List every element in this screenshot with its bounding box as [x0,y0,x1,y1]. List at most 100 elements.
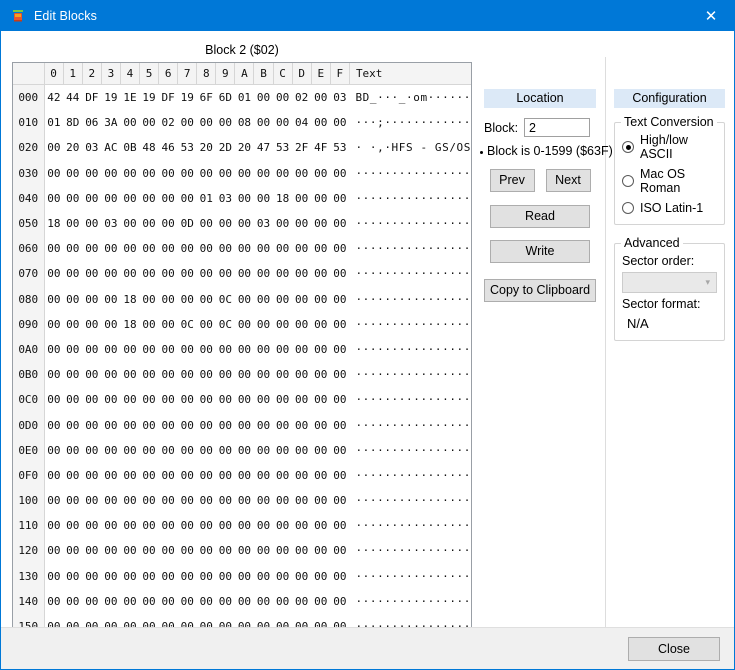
hex-byte-cell[interactable]: 00 [140,463,159,488]
hex-byte-cell[interactable]: 00 [101,589,120,614]
hex-byte-cell[interactable]: 00 [235,261,254,286]
hex-byte-cell[interactable]: 00 [82,161,101,186]
hex-byte-cell[interactable]: 00 [273,312,292,337]
hex-byte-cell[interactable]: 00 [82,412,101,437]
hex-byte-cell[interactable]: 00 [120,438,139,463]
hex-byte-cell[interactable]: 00 [311,337,330,362]
hex-byte-cell[interactable]: 00 [63,488,82,513]
hex-byte-cell[interactable]: 00 [254,438,273,463]
hex-byte-cell[interactable]: 48 [140,135,159,160]
hex-byte-cell[interactable]: 00 [311,387,330,412]
hex-byte-cell[interactable]: 00 [101,412,120,437]
hex-byte-cell[interactable]: 00 [120,161,139,186]
hex-byte-cell[interactable]: 00 [292,337,311,362]
hex-byte-cell[interactable]: 00 [63,337,82,362]
hex-byte-cell[interactable]: 00 [216,362,235,387]
hex-byte-cell[interactable]: 00 [82,589,101,614]
hex-byte-cell[interactable]: 00 [44,513,63,538]
hex-byte-cell[interactable]: 19 [101,85,120,111]
hex-byte-cell[interactable]: 00 [235,463,254,488]
hex-byte-cell[interactable]: 1E [120,85,139,111]
hex-byte-cell[interactable]: 00 [330,513,349,538]
hex-byte-cell[interactable]: 00 [178,161,197,186]
hex-byte-cell[interactable]: 00 [254,362,273,387]
hex-byte-cell[interactable]: 00 [273,387,292,412]
hex-byte-cell[interactable]: 00 [235,513,254,538]
hex-byte-cell[interactable]: 00 [254,337,273,362]
hex-byte-cell[interactable]: 00 [44,564,63,589]
hex-byte-cell[interactable]: 00 [44,337,63,362]
hex-byte-cell[interactable]: 00 [292,589,311,614]
hex-byte-cell[interactable]: 00 [254,513,273,538]
hex-byte-cell[interactable]: 00 [197,236,216,261]
hex-byte-cell[interactable]: 00 [82,362,101,387]
hex-row[interactable]: 010 01 8D 06 3A 00 00 02 00 00 00 08 00 00 04 00 00 ···;·… [13,110,471,136]
write-button[interactable]: Write [490,240,590,263]
hex-byte-cell[interactable]: 02 [159,110,178,135]
hex-byte-cell[interactable]: 6F [197,85,216,111]
hex-byte-cell[interactable]: 00 [235,438,254,463]
hex-row[interactable]: 0E0 00 00 00 00 00 00 00 00 00 00 00 00 00 00 00 00 ·····… [13,437,471,463]
hex-row[interactable]: 140 00 00 00 00 00 00 00 00 00 00 00 00 00 00 00 00 ·····… [13,588,471,614]
hex-byte-cell[interactable]: 00 [159,438,178,463]
hex-byte-cell[interactable]: 00 [330,463,349,488]
hex-byte-cell[interactable]: 00 [120,538,139,563]
hex-byte-cell[interactable]: 00 [159,236,178,261]
hex-byte-cell[interactable]: 00 [292,211,311,236]
hex-byte-cell[interactable]: 0C [216,312,235,337]
hex-byte-cell[interactable]: 00 [254,186,273,211]
hex-row[interactable]: 090 00 00 00 00 18 00 00 0C 00 0C 00 00 00 00 00 00 ·····… [13,311,471,337]
hex-byte-cell[interactable]: 00 [63,161,82,186]
hex-byte-cell[interactable]: 00 [101,186,120,211]
hex-byte-cell[interactable]: 20 [197,135,216,160]
hex-byte-cell[interactable]: 00 [292,488,311,513]
hex-byte-cell[interactable]: 00 [311,463,330,488]
hex-byte-cell[interactable]: 00 [254,488,273,513]
hex-byte-cell[interactable]: 00 [292,538,311,563]
hex-byte-cell[interactable]: 00 [140,236,159,261]
hex-byte-cell[interactable]: 20 [235,135,254,160]
hex-byte-cell[interactable]: 4F [311,135,330,160]
hex-byte-cell[interactable]: 00 [140,488,159,513]
hex-byte-cell[interactable]: 00 [330,186,349,211]
hex-byte-cell[interactable]: 00 [254,287,273,312]
hex-byte-cell[interactable]: 00 [254,110,273,135]
hex-byte-cell[interactable]: 00 [216,513,235,538]
hex-byte-cell[interactable]: 00 [235,337,254,362]
hex-byte-cell[interactable]: 00 [311,261,330,286]
next-button[interactable]: Next [545,169,591,192]
hex-byte-cell[interactable]: 2F [292,135,311,160]
hex-byte-cell[interactable]: 00 [197,412,216,437]
hex-byte-cell[interactable]: 00 [292,161,311,186]
hex-byte-cell[interactable]: 00 [197,438,216,463]
hex-byte-cell[interactable]: 00 [159,488,178,513]
hex-byte-cell[interactable]: 00 [216,438,235,463]
hex-row[interactable]: 060 00 00 00 00 00 00 00 00 00 00 00 00 00 00 00 00 ·····… [13,236,471,262]
hex-byte-cell[interactable]: 00 [197,362,216,387]
hex-byte-cell[interactable]: 00 [178,387,197,412]
hex-byte-cell[interactable]: 00 [273,488,292,513]
hex-byte-cell[interactable]: 00 [273,287,292,312]
hex-byte-cell[interactable]: 19 [140,85,159,111]
hex-byte-cell[interactable]: 00 [273,236,292,261]
hex-byte-cell[interactable]: 00 [292,287,311,312]
hex-byte-cell[interactable]: 00 [330,438,349,463]
hex-byte-cell[interactable]: 00 [330,211,349,236]
hex-byte-cell[interactable]: 53 [330,135,349,160]
hex-byte-cell[interactable]: 00 [235,362,254,387]
hex-row[interactable]: 100 00 00 00 00 00 00 00 00 00 00 00 00 00 00 00 00 ·····… [13,488,471,514]
hex-row[interactable]: 130 00 00 00 00 00 00 00 00 00 00 00 00 00 00 00 00 ·····… [13,563,471,589]
hex-byte-cell[interactable]: 00 [140,538,159,563]
hex-byte-cell[interactable]: 00 [235,287,254,312]
hex-byte-cell[interactable]: 00 [216,110,235,135]
hex-byte-cell[interactable]: 47 [254,135,273,160]
hex-byte-cell[interactable]: 00 [273,513,292,538]
hex-byte-cell[interactable]: 00 [82,312,101,337]
hex-byte-cell[interactable]: 00 [63,589,82,614]
hex-byte-cell[interactable]: 0C [178,312,197,337]
hex-byte-cell[interactable]: 00 [178,362,197,387]
hex-byte-cell[interactable]: 00 [216,236,235,261]
hex-byte-cell[interactable]: 0C [216,287,235,312]
hex-byte-cell[interactable]: 00 [197,488,216,513]
hex-byte-cell[interactable]: 00 [330,488,349,513]
